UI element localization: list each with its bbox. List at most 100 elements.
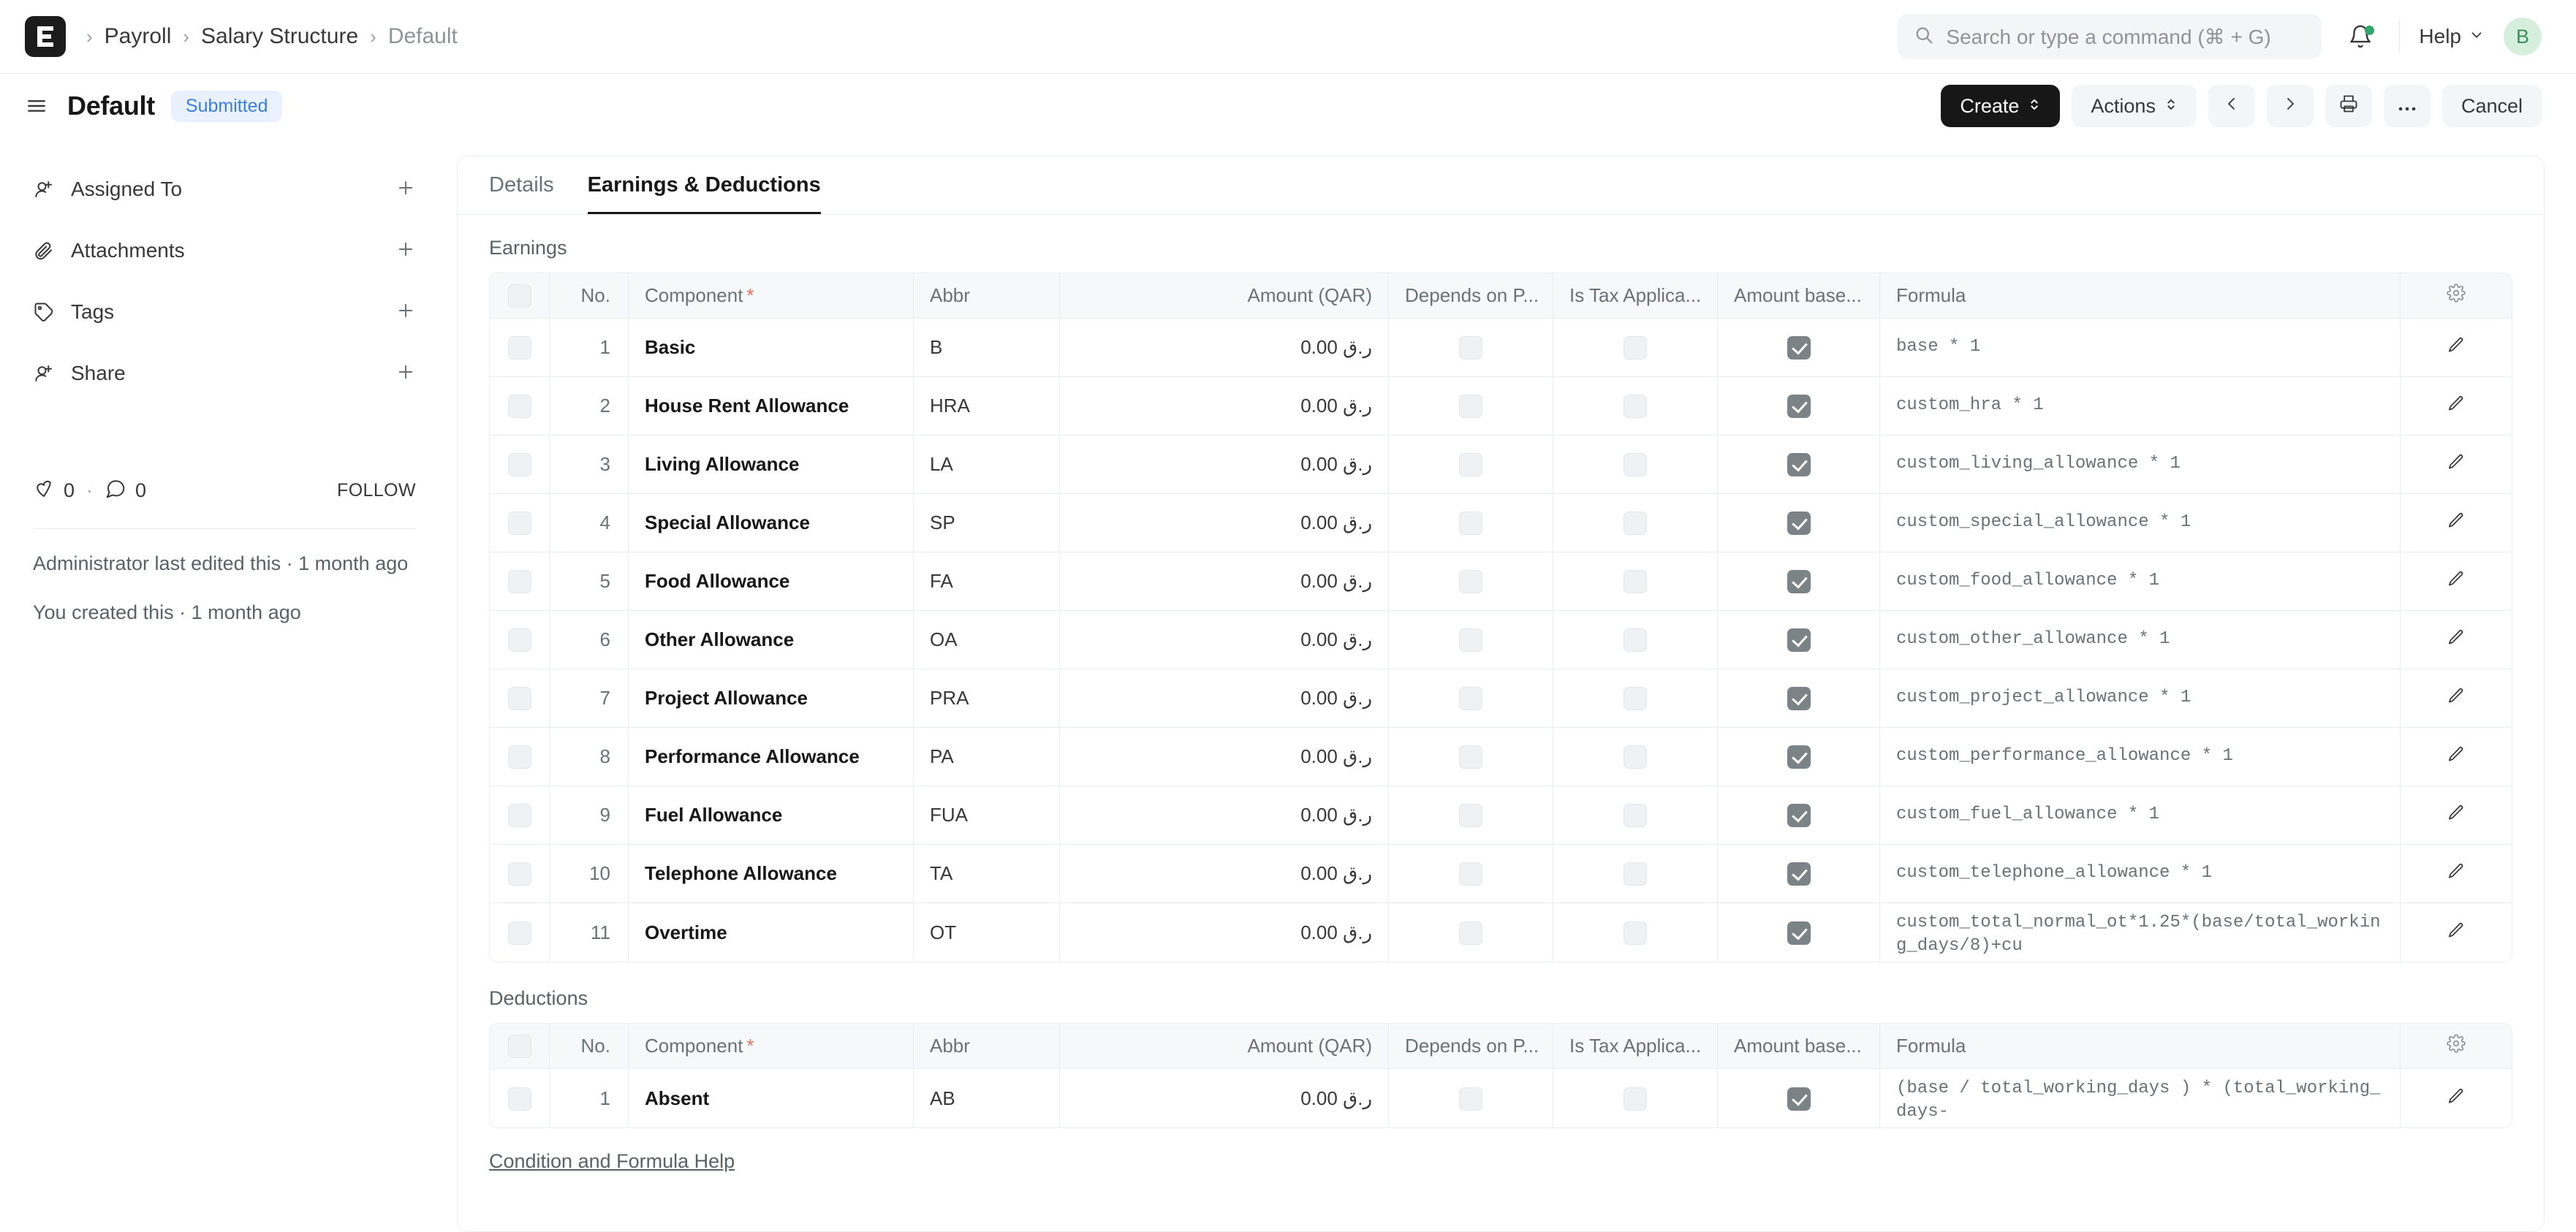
formula-based-checkbox[interactable]: [1787, 921, 1811, 945]
gear-icon[interactable]: [2447, 1034, 2466, 1053]
cell-depends-on-payment-days[interactable]: [1389, 552, 1553, 611]
cell-amount-based-on-formula[interactable]: [1718, 436, 1880, 494]
previous-document-button[interactable]: [2208, 85, 2255, 127]
tab-details[interactable]: Details: [489, 173, 554, 214]
cell-component[interactable]: Absent: [629, 1069, 914, 1128]
cell-amount-based-on-formula[interactable]: [1718, 377, 1880, 436]
cell-is-tax-applicable[interactable]: [1553, 436, 1718, 494]
cell-edit[interactable]: [2401, 845, 2512, 903]
breadcrumb-item-salary-structure[interactable]: Salary Structure: [201, 24, 358, 49]
row-select-checkbox[interactable]: [507, 862, 531, 886]
row-select-cell[interactable]: [490, 728, 550, 786]
depends-checkbox[interactable]: [1459, 804, 1482, 828]
create-button[interactable]: Create: [1941, 85, 2061, 127]
row-select-cell[interactable]: [490, 903, 550, 962]
cell-depends-on-payment-days[interactable]: [1389, 611, 1553, 669]
formula-based-checkbox[interactable]: [1787, 570, 1811, 594]
cell-component[interactable]: Special Allowance: [629, 494, 914, 552]
cell-depends-on-payment-days[interactable]: [1389, 494, 1553, 552]
depends-checkbox[interactable]: [1459, 336, 1482, 360]
row-select-checkbox[interactable]: [507, 921, 531, 945]
cell-amount-based-on-formula[interactable]: [1718, 552, 1880, 611]
table-row[interactable]: 8 Performance Allowance PA 0.00 ر.ق custom_p…: [490, 728, 2512, 786]
print-button[interactable]: [2325, 85, 2372, 127]
add-share-icon[interactable]: [395, 362, 416, 386]
tax-checkbox[interactable]: [1624, 687, 1647, 711]
next-document-button[interactable]: [2266, 85, 2314, 127]
edit-row-icon[interactable]: [2447, 745, 2466, 764]
row-select-checkbox[interactable]: [507, 336, 531, 360]
cell-abbr[interactable]: FUA: [914, 786, 1060, 845]
cell-is-tax-applicable[interactable]: [1553, 845, 1718, 903]
avatar[interactable]: B: [2504, 18, 2542, 56]
cell-abbr[interactable]: OA: [914, 611, 1060, 669]
cell-amount-based-on-formula[interactable]: [1718, 319, 1880, 377]
tax-checkbox[interactable]: [1624, 453, 1647, 477]
edit-row-icon[interactable]: [2447, 452, 2466, 471]
table-row[interactable]: 1 Basic B 0.00 ر.ق base * 1: [490, 319, 2512, 377]
cell-abbr[interactable]: HRA: [914, 377, 1060, 436]
cell-amount[interactable]: 0.00 ر.ق: [1060, 552, 1389, 611]
formula-based-checkbox[interactable]: [1787, 862, 1811, 886]
depends-checkbox[interactable]: [1459, 921, 1482, 945]
cell-amount[interactable]: 0.00 ر.ق: [1060, 728, 1389, 786]
cell-amount[interactable]: 0.00 ر.ق: [1060, 845, 1389, 903]
select-all-checkbox[interactable]: [507, 284, 531, 308]
cell-component[interactable]: Fuel Allowance: [629, 786, 914, 845]
cell-abbr[interactable]: B: [914, 319, 1060, 377]
app-logo-icon[interactable]: [25, 16, 66, 57]
row-select-checkbox[interactable]: [507, 395, 531, 419]
row-select-cell[interactable]: [490, 611, 550, 669]
heart-icon[interactable]: [33, 478, 55, 503]
cell-formula[interactable]: custom_food_allowance * 1: [1880, 552, 2401, 611]
cell-component[interactable]: House Rent Allowance: [629, 377, 914, 436]
formula-based-checkbox[interactable]: [1787, 453, 1811, 477]
cell-formula[interactable]: custom_project_allowance * 1: [1880, 669, 2401, 728]
cell-formula[interactable]: custom_telephone_allowance * 1: [1880, 845, 2401, 903]
depends-checkbox[interactable]: [1459, 628, 1482, 653]
row-select-cell[interactable]: [490, 494, 550, 552]
row-select-checkbox[interactable]: [507, 628, 531, 653]
depends-checkbox[interactable]: [1459, 745, 1482, 769]
edit-row-icon[interactable]: [2447, 803, 2466, 822]
cell-abbr[interactable]: PA: [914, 728, 1060, 786]
cell-edit[interactable]: [2401, 494, 2512, 552]
help-menu[interactable]: Help: [2419, 25, 2485, 48]
formula-based-checkbox[interactable]: [1787, 628, 1811, 653]
cell-amount[interactable]: 0.00 ر.ق: [1060, 1069, 1389, 1128]
row-select-cell[interactable]: [490, 377, 550, 436]
cell-depends-on-payment-days[interactable]: [1389, 728, 1553, 786]
notifications-button[interactable]: [2341, 21, 2380, 52]
cell-amount-based-on-formula[interactable]: [1718, 786, 1880, 845]
cell-component[interactable]: Basic: [629, 319, 914, 377]
row-select-cell[interactable]: [490, 669, 550, 728]
cell-component[interactable]: Living Allowance: [629, 436, 914, 494]
cell-depends-on-payment-days[interactable]: [1389, 436, 1553, 494]
cell-formula[interactable]: custom_special_allowance * 1: [1880, 494, 2401, 552]
formula-based-checkbox[interactable]: [1787, 512, 1811, 536]
cell-is-tax-applicable[interactable]: [1553, 1069, 1718, 1128]
table-row[interactable]: 7 Project Allowance PRA 0.00 ر.ق custom_proj…: [490, 669, 2512, 728]
cell-formula[interactable]: custom_fuel_allowance * 1: [1880, 786, 2401, 845]
cell-amount-based-on-formula[interactable]: [1718, 494, 1880, 552]
sidebar-item-assigned-to[interactable]: Assigned To: [33, 159, 416, 220]
table-row[interactable]: 9 Fuel Allowance FUA 0.00 ر.ق custom_fuel_al…: [490, 786, 2512, 845]
cell-amount[interactable]: 0.00 ر.ق: [1060, 903, 1389, 962]
cell-formula[interactable]: (base / total_working_days ) * (total_wo…: [1880, 1069, 2401, 1128]
row-select-checkbox[interactable]: [507, 512, 531, 536]
cell-abbr[interactable]: TA: [914, 845, 1060, 903]
table-row[interactable]: 5 Food Allowance FA 0.00 ر.ق custom_food_all…: [490, 552, 2512, 611]
cell-amount-based-on-formula[interactable]: [1718, 1069, 1880, 1128]
cancel-button[interactable]: Cancel: [2441, 85, 2542, 127]
cell-is-tax-applicable[interactable]: [1553, 494, 1718, 552]
row-select-cell[interactable]: [490, 786, 550, 845]
cell-depends-on-payment-days[interactable]: [1389, 786, 1553, 845]
cell-edit[interactable]: [2401, 728, 2512, 786]
select-all-checkbox[interactable]: [507, 1035, 531, 1059]
cell-is-tax-applicable[interactable]: [1553, 319, 1718, 377]
cell-is-tax-applicable[interactable]: [1553, 611, 1718, 669]
depends-checkbox[interactable]: [1459, 512, 1482, 536]
table-row[interactable]: 10 Telephone Allowance TA 0.00 ر.ق custom_te…: [490, 845, 2512, 903]
cell-amount[interactable]: 0.00 ر.ق: [1060, 611, 1389, 669]
depends-checkbox[interactable]: [1459, 395, 1482, 419]
